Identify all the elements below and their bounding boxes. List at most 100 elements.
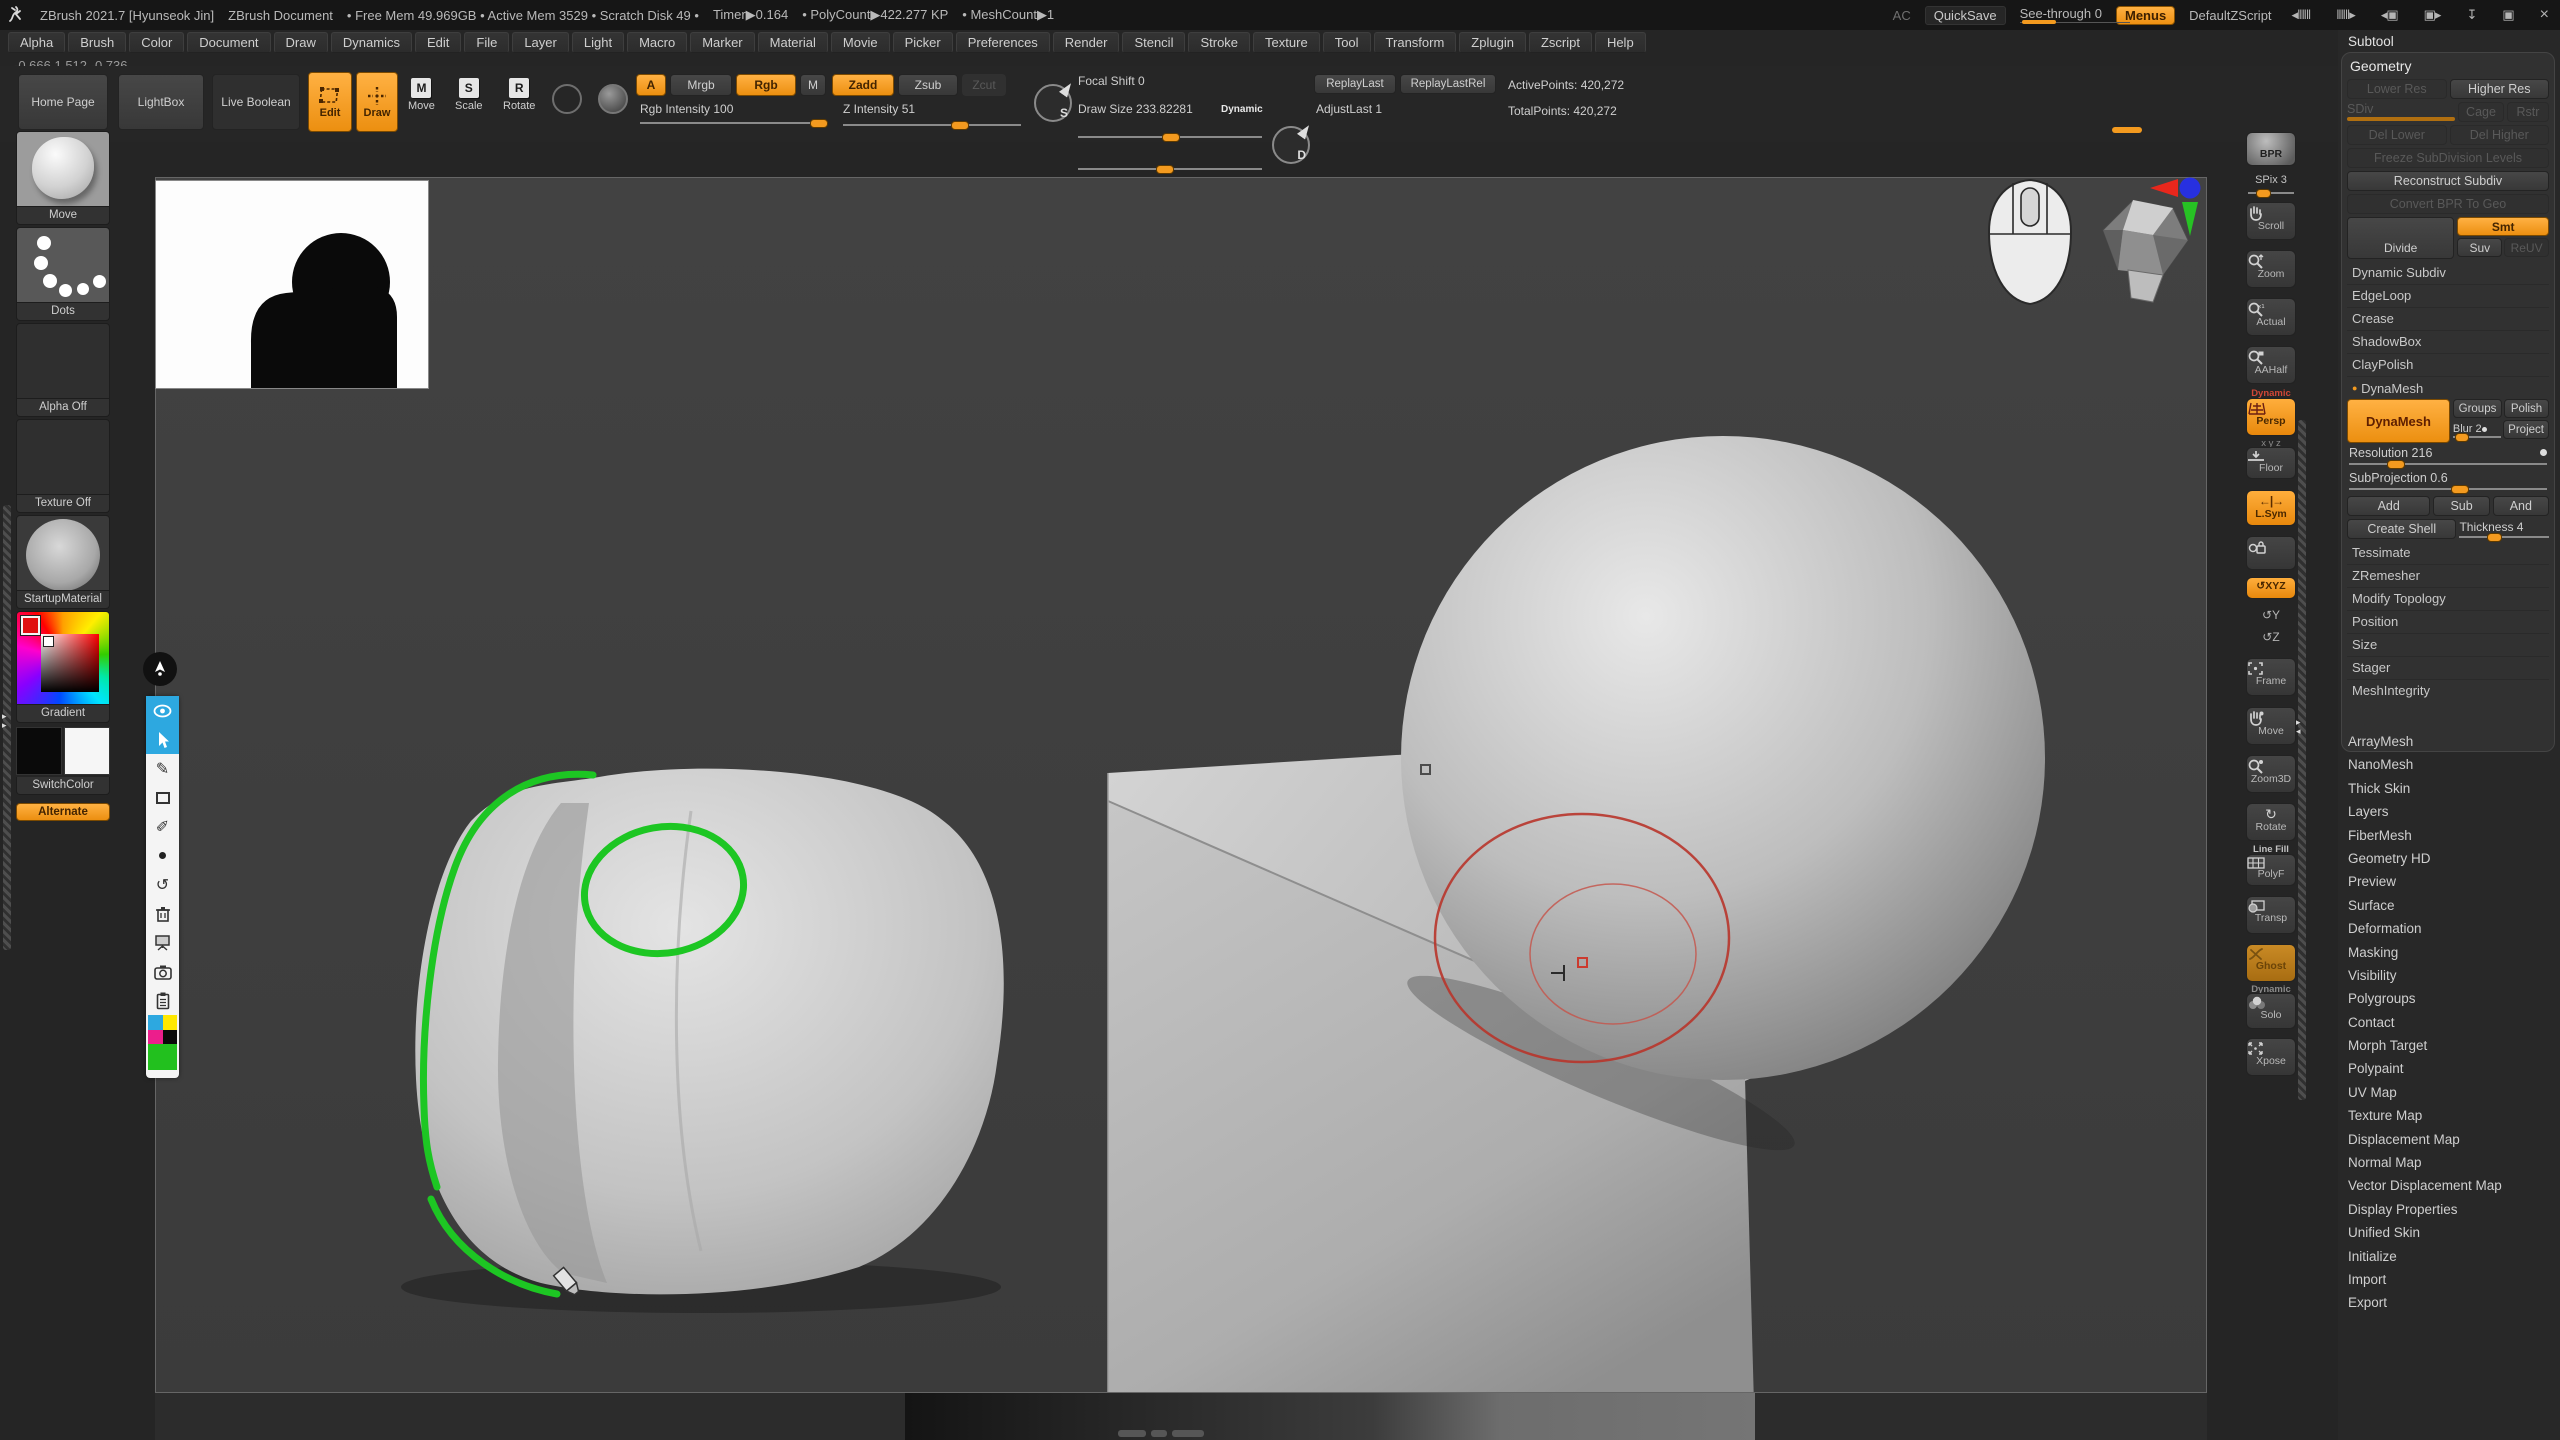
reconstruct-subdiv-button[interactable]: Reconstruct Subdiv <box>2347 171 2549 191</box>
dynamesh-button[interactable]: DynaMesh <box>2347 399 2450 443</box>
section-dynamic-subdiv[interactable]: Dynamic Subdiv <box>2347 262 2549 285</box>
alternate-button[interactable]: Alternate <box>16 803 110 821</box>
palette-deformation[interactable]: Deformation <box>2338 917 2560 940</box>
shape-tool-button[interactable] <box>146 783 179 812</box>
floor-grid-button[interactable]: Floor <box>2246 447 2296 479</box>
scroll-button[interactable]: Scroll <box>2246 202 2296 240</box>
draw-size-slider[interactable] <box>1078 168 1262 170</box>
palette-arraymesh[interactable]: ArrayMesh <box>2338 730 2560 753</box>
canvas-scroll-indicator[interactable] <box>1118 1430 1146 1437</box>
home-page-button[interactable]: Home Page <box>18 74 108 130</box>
palette-import[interactable]: Import <box>2338 1268 2560 1291</box>
left-tray-divider-arrows[interactable]: ▸▸ <box>2 712 7 730</box>
rgb-intensity-slider[interactable] <box>640 122 828 124</box>
menu-stroke[interactable]: Stroke <box>1188 32 1250 53</box>
sculptris-pro-icon[interactable] <box>552 84 582 114</box>
color-green-swatch-active[interactable] <box>148 1044 177 1070</box>
current-brush-thumbnail[interactable] <box>16 131 110 207</box>
color-picker[interactable] <box>16 611 110 705</box>
menu-zscript[interactable]: Zscript <box>1529 32 1592 53</box>
thickness-handle[interactable] <box>2487 533 2502 542</box>
dynamesh-add-button[interactable]: Add <box>2347 496 2430 516</box>
rgb-button[interactable]: Rgb <box>736 74 796 96</box>
menu-texture[interactable]: Texture <box>1253 32 1320 53</box>
primary-color-swatch[interactable] <box>16 727 62 775</box>
dynamesh-and-button[interactable]: And <box>2493 496 2549 516</box>
actual-size-button[interactable]: x1 Actual <box>2246 298 2296 336</box>
whiteboard-button[interactable] <box>146 928 179 957</box>
canvas-scroll-indicator[interactable] <box>1172 1430 1204 1437</box>
menu-tool[interactable]: Tool <box>1323 32 1371 53</box>
visibility-tool-button[interactable] <box>146 696 179 725</box>
subtool-palette-header[interactable]: Subtool <box>2338 30 2560 51</box>
palette-morph-target[interactable]: Morph Target <box>2338 1034 2560 1057</box>
collapse-left-tray-icon[interactable]: ◂‖‖‖ <box>2286 7 2317 23</box>
perspective-button[interactable]: Persp <box>2246 398 2296 436</box>
cursor-tool-button[interactable] <box>146 725 179 754</box>
collapse-right-tray-icon[interactable]: ‖‖‖▸ <box>2330 7 2361 23</box>
palette-display-properties[interactable]: Display Properties <box>2338 1198 2560 1221</box>
menu-picker[interactable]: Picker <box>893 32 953 53</box>
rotate-z-button[interactable]: ↺Z <box>2244 630 2298 644</box>
draw-mode-button[interactable]: Draw <box>356 72 398 132</box>
dynamesh-polish-toggle[interactable]: Polish <box>2504 399 2549 418</box>
restore-icon[interactable]: ▣ <box>2496 7 2519 23</box>
menu-transform[interactable]: Transform <box>1374 32 1457 53</box>
color-yellow-swatch[interactable] <box>163 1015 178 1030</box>
edit-mode-button[interactable]: Edit <box>308 72 352 132</box>
prev-window-icon[interactable]: ◂▣ <box>2375 7 2404 23</box>
polyframe-button[interactable]: PolyF <box>2246 854 2296 886</box>
menu-material[interactable]: Material <box>758 32 828 53</box>
spix-handle[interactable] <box>2256 189 2271 198</box>
ghost-button[interactable]: Ghost <box>2246 944 2296 982</box>
section-edgeloop[interactable]: EdgeLoop <box>2347 285 2549 308</box>
menu-alpha[interactable]: Alpha <box>8 32 65 53</box>
menu-document[interactable]: Document <box>187 32 270 53</box>
right-tray-divider[interactable] <box>2298 420 2306 1100</box>
lightbox-button[interactable]: LightBox <box>118 74 204 130</box>
divide-button[interactable]: Divide <box>2347 217 2454 259</box>
dynamesh-groups-toggle[interactable]: Groups <box>2453 399 2502 418</box>
focal-shift-slider[interactable] <box>1078 136 1262 138</box>
color-magenta-swatch[interactable] <box>148 1030 163 1045</box>
cloth-dynamics-icon[interactable] <box>598 84 628 114</box>
menu-help[interactable]: Help <box>1595 32 1646 53</box>
menu-movie[interactable]: Movie <box>831 32 890 53</box>
menu-macro[interactable]: Macro <box>627 32 687 53</box>
higher-res-button[interactable]: Higher Res <box>2450 79 2550 99</box>
transparency-button[interactable]: Transp <box>2246 896 2296 934</box>
pen-tool-button[interactable]: ✎ <box>146 754 179 783</box>
palette-polygroups[interactable]: Polygroups <box>2338 987 2560 1010</box>
menu-preferences[interactable]: Preferences <box>956 32 1050 53</box>
menu-marker[interactable]: Marker <box>690 32 754 53</box>
right-tray-divider-arrows[interactable]: ▸◂ <box>2296 718 2301 736</box>
zoom3d-button[interactable]: Zoom3D <box>2246 755 2296 793</box>
resolution-handle[interactable] <box>2387 460 2405 469</box>
suv-toggle[interactable]: Suv <box>2457 238 2502 257</box>
close-icon[interactable]: × <box>2534 6 2554 24</box>
document-preview-thumbnail[interactable] <box>155 180 429 389</box>
section-crease[interactable]: Crease <box>2347 308 2549 331</box>
canvas-scroll-indicator[interactable] <box>1151 1430 1167 1437</box>
palette-preview[interactable]: Preview <box>2338 870 2560 893</box>
rotate-mode-button[interactable]: R Rotate <box>503 78 535 112</box>
clipboard-button[interactable] <box>146 986 179 1015</box>
brush-size-button[interactable] <box>146 841 179 870</box>
thickness-slider[interactable]: Thickness 4 <box>2459 520 2549 538</box>
section-claypolish[interactable]: ClayPolish <box>2347 354 2549 377</box>
palette-vector-displacement-map[interactable]: Vector Displacement Map <box>2338 1174 2560 1197</box>
aahalf-button[interactable]: AAHalf <box>2246 346 2296 384</box>
solo-button[interactable]: Solo <box>2246 993 2296 1029</box>
menu-file[interactable]: File <box>464 32 509 53</box>
menu-render[interactable]: Render <box>1053 32 1120 53</box>
lock-camera-button[interactable] <box>2246 536 2296 570</box>
palette-displacement-map[interactable]: Displacement Map <box>2338 1128 2560 1151</box>
frame-button[interactable]: Frame <box>2246 658 2296 696</box>
focal-shift-handle[interactable] <box>1162 133 1180 142</box>
section-dynamesh-header[interactable]: ● DynaMesh <box>2347 377 2549 399</box>
menu-brush[interactable]: Brush <box>68 32 126 53</box>
menu-zplugin[interactable]: Zplugin <box>1459 32 1526 53</box>
dynamesh-project-toggle[interactable]: Project <box>2503 420 2549 439</box>
sphere-model[interactable] <box>1401 436 2045 1080</box>
section-tessimate[interactable]: Tessimate <box>2347 542 2549 565</box>
